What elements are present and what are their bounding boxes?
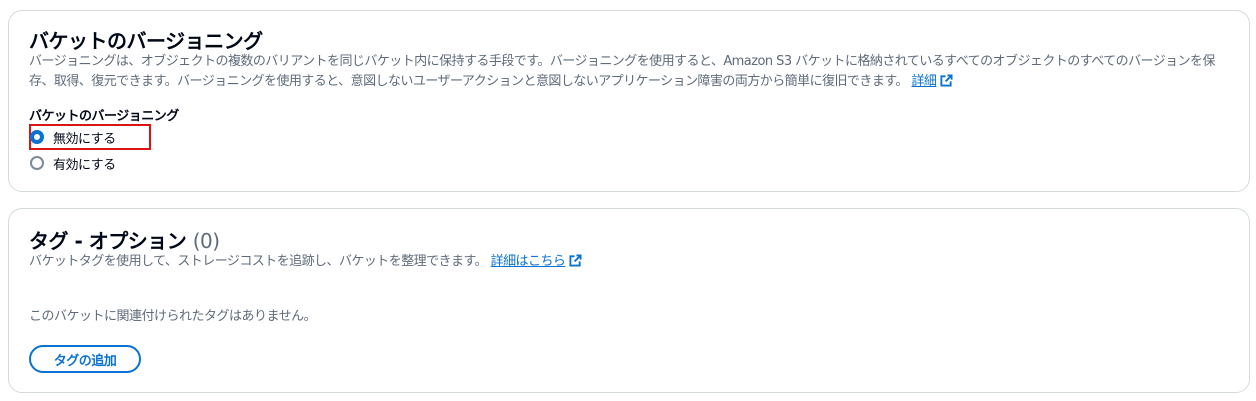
tags-description-text: バケットタグを使用して、ストレージコストを追跡し、バケットを整理できます。 <box>29 254 488 269</box>
versioning-learn-more-label: 詳細 <box>911 74 937 89</box>
versioning-section-title: バケットのバージョニング <box>29 29 263 53</box>
radio-option-enable[interactable]: 有効にする <box>29 152 116 174</box>
radio-button-enable[interactable] <box>30 156 44 170</box>
tags-panel: タグ - オプション (0) バケットタグを使用して、ストレージコストを追跡し、… <box>8 208 1250 393</box>
add-tag-button[interactable]: タグの追加 <box>29 345 141 373</box>
tags-learn-more-label: 詳細はこちら <box>490 254 566 269</box>
radio-label-disable: 無効にする <box>53 131 116 147</box>
tags-title-text: タグ - オプション <box>29 229 187 253</box>
no-tags-message: このバケットに関連付けられたタグはありません。 <box>29 309 317 324</box>
tags-learn-more-link[interactable]: 詳細はこちら <box>491 254 583 269</box>
versioning-description-text: バージョニングは、オブジェクトの複数のバリアントを同じバケット内に保持する手段で… <box>29 54 1216 89</box>
radio-option-disable[interactable]: 無効にする <box>29 126 116 148</box>
bucket-versioning-panel: バケットのバージョニング バージョニングは、オブジェクトの複数のバリアントを同じ… <box>8 10 1250 192</box>
tags-count: (0) <box>192 229 220 253</box>
tags-section-title: タグ - オプション (0) <box>29 225 220 254</box>
versioning-description: バージョニングは、オブジェクトの複数のバリアントを同じバケット内に保持する手段で… <box>29 52 1234 92</box>
versioning-learn-more-link[interactable]: 詳細 <box>911 74 953 89</box>
radio-button-disable[interactable] <box>30 130 44 144</box>
external-link-icon <box>569 254 582 267</box>
radio-label-enable: 有効にする <box>53 157 116 173</box>
tags-description: バケットタグを使用して、ストレージコストを追跡し、バケットを整理できます。 詳細… <box>29 252 1234 272</box>
versioning-field-label: バケットのバージョニング <box>29 109 179 124</box>
external-link-icon <box>940 74 953 87</box>
